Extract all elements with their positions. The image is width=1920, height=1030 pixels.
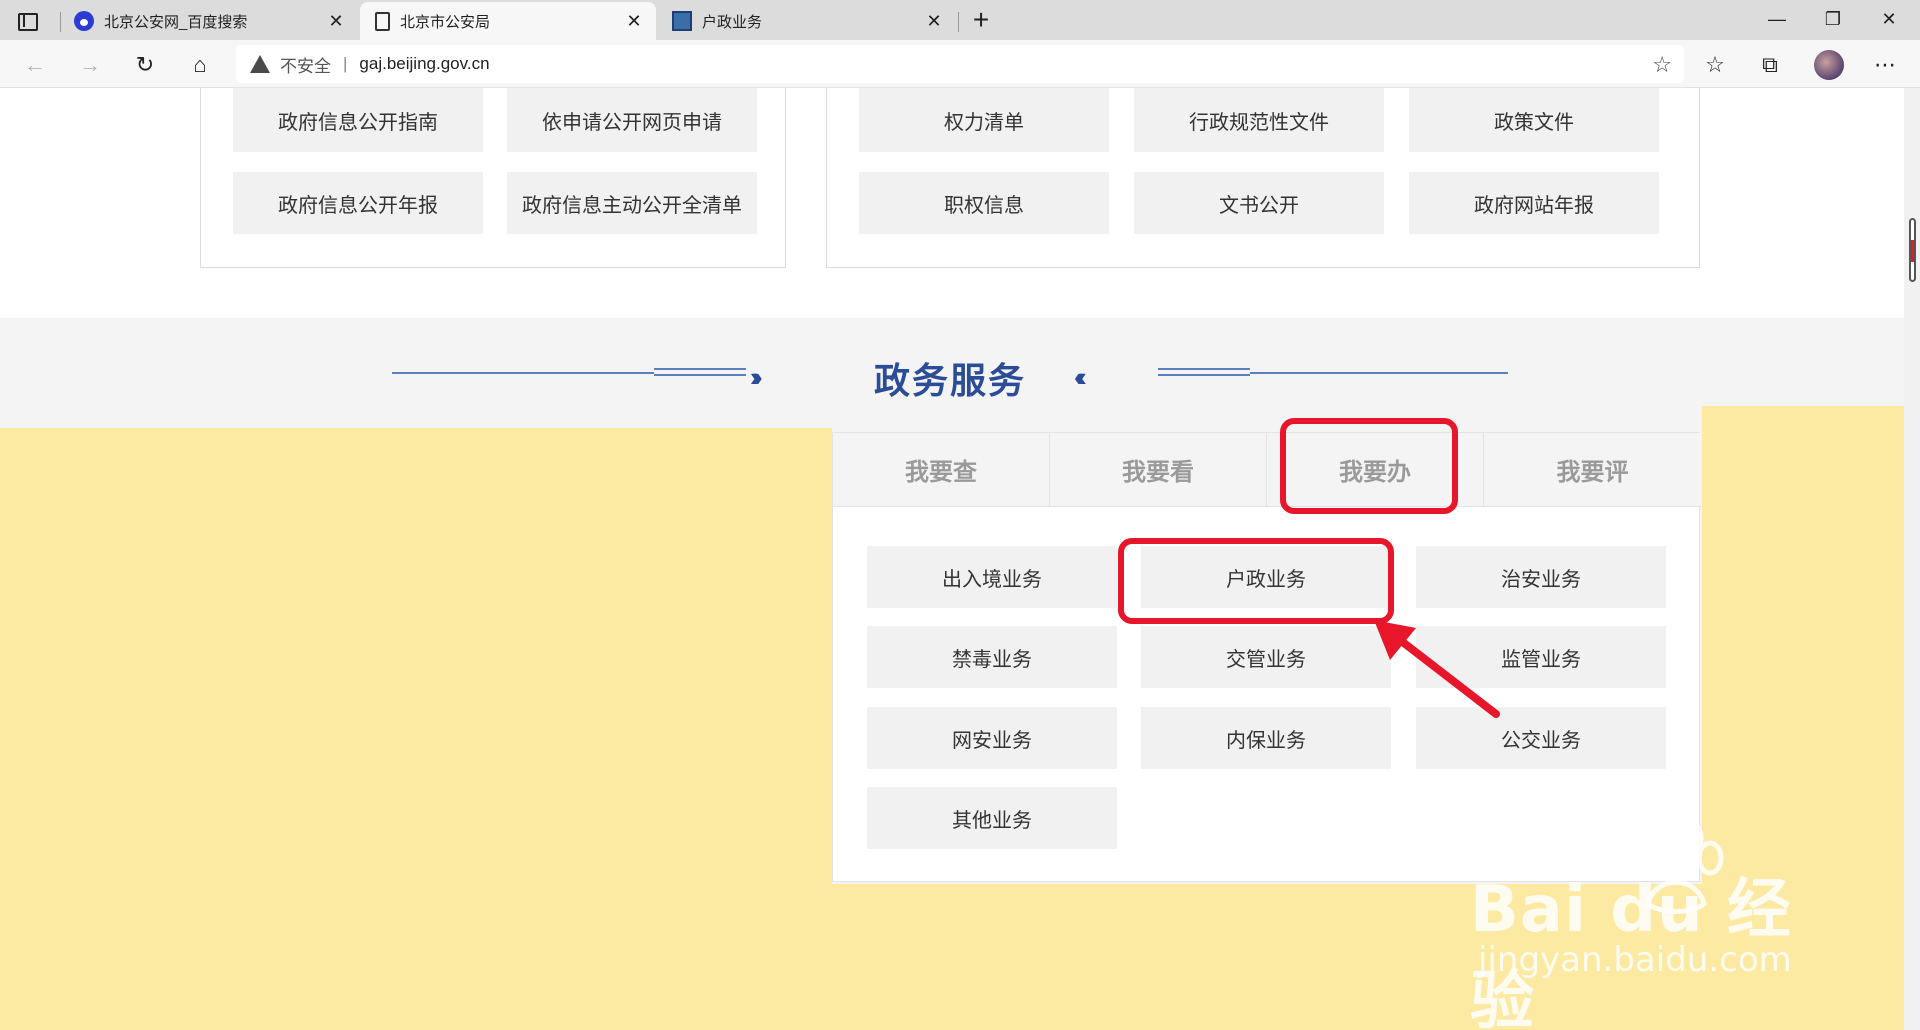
tab-divider [60,12,61,32]
back-arrow-icon[interactable]: ← [20,50,50,80]
site-icon [672,11,692,31]
profile-avatar[interactable] [1814,50,1844,80]
tab-baidu-search[interactable]: 北京公安网_百度搜索 ✕ [62,2,358,40]
service-exit-entry[interactable]: 出入境业务 [867,546,1117,608]
service-cyber-security[interactable]: 网安业务 [867,707,1117,769]
url-text[interactable]: gaj.beijing.gov.cn [359,54,489,74]
tab-divider [958,12,959,32]
heading-double-line-left [654,368,746,376]
minimize-button[interactable]: — [1754,4,1800,34]
home-icon[interactable]: ⌂ [185,50,215,80]
tab-bar: 北京公安网_百度搜索 ✕ 北京市公安局 ✕ 户政业务 ✕ + — ❐ ✕ [0,0,1920,40]
tab-close-icon[interactable]: ✕ [326,11,346,31]
service-public-security[interactable]: 治安业务 [1416,546,1666,608]
policy-docs-button[interactable]: 政策文件 [1409,88,1659,152]
tab-huzheng[interactable]: 户政业务 ✕ [660,2,956,40]
security-label[interactable]: 不安全 [280,52,331,77]
highlight-household-service [1118,538,1394,624]
service-internal-security[interactable]: 内保业务 [1141,707,1391,769]
warning-icon [250,55,270,73]
disclosure-list-button[interactable]: 政府信息主动公开全清单 [507,172,757,234]
forward-arrow-icon[interactable]: → [75,50,105,80]
authority-info-button[interactable]: 职权信息 [859,172,1109,234]
apply-disclosure-button[interactable]: 依申请公开网页申请 [507,88,757,152]
tab-close-icon[interactable]: ✕ [624,11,644,31]
annotation-arrow-icon [1374,620,1500,718]
tab-view[interactable]: 我要看 [1050,433,1267,507]
website-report-button[interactable]: 政府网站年报 [1409,172,1659,234]
scrollbar-thumb[interactable] [1909,218,1916,282]
watermark-url: jingyan.baidu.com [1478,940,1792,980]
heading-double-line-right [1158,368,1250,376]
chevrons-right-icon: ››››››› [750,362,762,392]
gov-info-guide-button[interactable]: 政府信息公开指南 [233,88,483,152]
highlight-handle-tab [1280,418,1458,514]
tab-close-icon[interactable]: ✕ [924,11,944,31]
more-menu-icon[interactable]: ⋯ [1870,50,1900,80]
vertical-scrollbar[interactable] [1904,88,1920,1030]
page-icon [375,11,390,31]
baidu-jingyan-watermark: Bai du 经验 jingyan.baidu.com [1470,818,1830,1030]
power-list-button[interactable]: 权力清单 [859,88,1109,152]
service-other[interactable]: 其他业务 [867,787,1117,849]
add-favorite-icon[interactable]: ☆ [1652,52,1672,78]
collections-icon[interactable]: ⧉ [1755,50,1785,80]
normative-docs-button[interactable]: 行政规范性文件 [1134,88,1384,152]
tab-title: 北京公安网_百度搜索 [104,13,248,31]
heading-line-left [392,372,654,374]
heading-line-right [1250,372,1508,374]
section-title: 政务服务 [873,360,1026,401]
tab-actions-icon[interactable] [14,8,38,32]
restore-button[interactable]: ❐ [1810,4,1856,34]
policy-panel: 权力清单 行政规范性文件 政策文件 职权信息 文书公开 政府网站年报 [826,88,1700,268]
web-page: 政府信息公开指南 依申请公开网页申请 政府信息公开年报 政府信息主动公开全清单 … [0,88,1920,1030]
yellow-overlay-left [0,428,832,1030]
favorites-icon[interactable]: ☆ [1700,50,1730,80]
refresh-icon[interactable]: ↻ [130,50,160,80]
tab-beijing-police[interactable]: 北京市公安局 ✕ [360,2,656,40]
new-tab-button[interactable]: + [967,6,995,34]
close-window-button[interactable]: ✕ [1866,4,1912,34]
baidu-paw-icon [74,11,94,31]
tab-title: 户政业务 [702,13,763,31]
url-separator: | [343,54,348,73]
tab-evaluate[interactable]: 我要评 [1484,433,1701,507]
document-disclosure-button[interactable]: 文书公开 [1134,172,1384,234]
service-box: 我要查 我要看 我要办 我要评 出入境业务 户政业务 治安业务 禁毒业务 交管业… [832,432,1701,882]
annual-report-button[interactable]: 政府信息公开年报 [233,172,483,234]
tab-title: 北京市公安局 [400,13,491,31]
chevrons-left-icon: ‹‹‹‹‹‹‹ [1074,362,1086,392]
url-field[interactable]: 不安全 | gaj.beijing.gov.cn ☆ [236,45,1684,83]
gov-info-panel: 政府信息公开指南 依申请公开网页申请 政府信息公开年报 政府信息主动公开全清单 [200,88,786,268]
tab-search[interactable]: 我要查 [833,433,1050,507]
service-traffic[interactable]: 交管业务 [1141,626,1391,688]
address-bar-row: ← → ↻ ⌂ 不安全 | gaj.beijing.gov.cn ☆ ☆ ⧉ ⋯ [0,40,1920,88]
service-narcotics[interactable]: 禁毒业务 [867,626,1117,688]
